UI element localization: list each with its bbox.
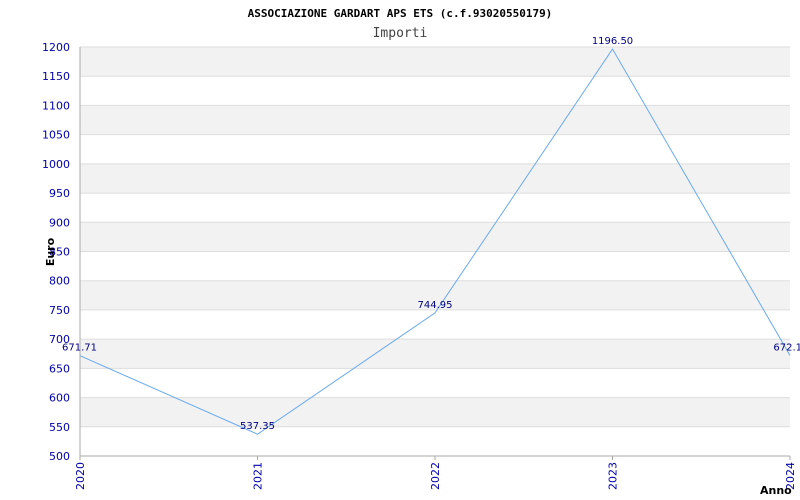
x-tick-label: 2021 [252, 462, 265, 490]
data-label: 537.35 [240, 421, 275, 432]
x-tick-label: 2020 [74, 462, 87, 490]
x-tick-labels: 2020 2021 2022 2023 2024 [74, 462, 797, 490]
y-tick-label: 1000 [42, 158, 70, 171]
y-tick-label: 900 [49, 216, 70, 229]
x-tick-label: 2022 [429, 462, 442, 490]
grid-band [80, 222, 790, 252]
y-tick-label: 800 [49, 275, 70, 288]
y-tick-label: 950 [49, 187, 70, 200]
y-tick-label: 1050 [42, 129, 70, 142]
data-label: 1196.50 [592, 36, 633, 47]
data-label: 672.1 [773, 342, 800, 353]
y-tick-label: 600 [49, 392, 70, 405]
grid-bands [80, 47, 790, 427]
x-axis-label: Anno [760, 484, 792, 497]
y-tick-label: 550 [49, 421, 70, 434]
y-tick-label: 1150 [42, 70, 70, 83]
chart-subtitle: Importi [373, 26, 428, 41]
x-tick-label: 2023 [607, 462, 620, 490]
y-tick-label: 650 [49, 362, 70, 375]
y-tick-label: 1100 [42, 99, 70, 112]
chart: 5005506006507007508008509009501000105011… [42, 7, 800, 497]
chart-title: ASSOCIAZIONE GARDART APS ETS (c.f.930205… [248, 7, 553, 20]
data-label: 671.71 [62, 343, 97, 354]
grid-band [80, 105, 790, 135]
grid-band [80, 397, 790, 427]
y-axis-label: Euro [44, 237, 57, 266]
data-label: 744.95 [418, 300, 453, 311]
grid-band [80, 163, 790, 194]
y-tick-label: 750 [49, 304, 70, 317]
grid-band [80, 47, 790, 77]
grid-band [80, 339, 790, 369]
y-tick-label: 500 [49, 450, 70, 463]
y-tick-label: 1200 [42, 41, 70, 54]
